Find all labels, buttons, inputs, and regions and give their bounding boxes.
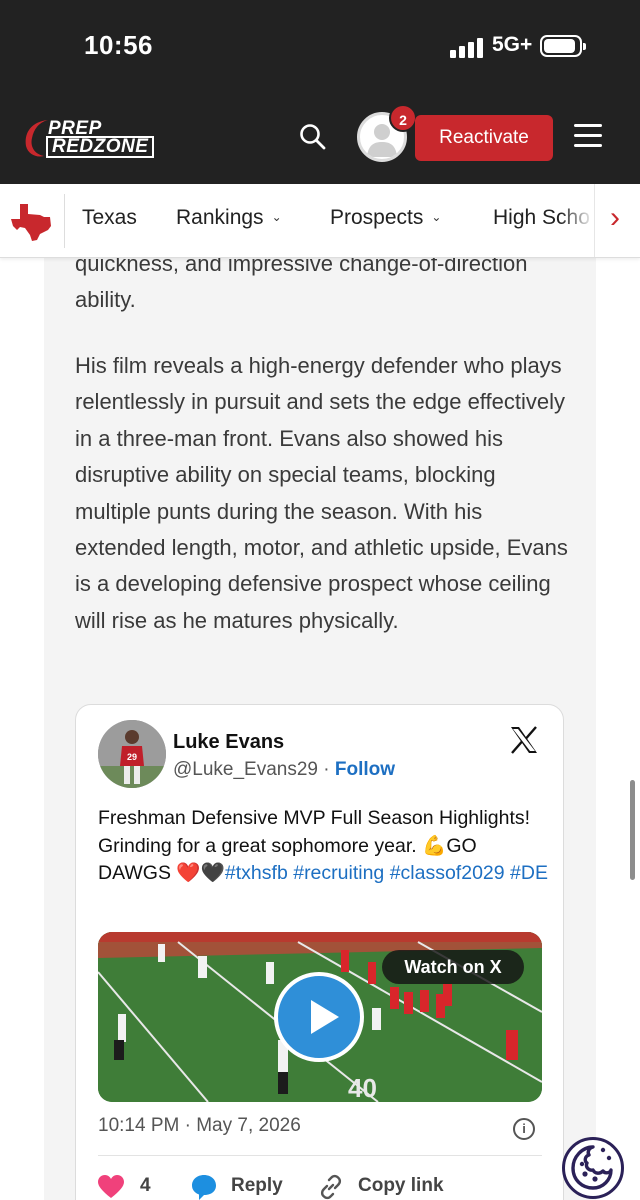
chevron-down-icon: ⌄ — [431, 210, 442, 224]
handle-separator: · — [323, 759, 330, 780]
status-time: 10:56 — [84, 30, 153, 60]
scrollbar-thumb[interactable] — [630, 780, 635, 880]
heart-icon[interactable] — [98, 1175, 124, 1199]
svg-text:29: 29 — [127, 752, 137, 762]
reply-icon[interactable] — [190, 1173, 218, 1200]
article-paragraph-fragment: quickness, and impressive change-of-dire… — [75, 258, 528, 312]
link-icon[interactable] — [318, 1174, 344, 1200]
site-header: PREP REDZONE 2 Reactivate — [0, 96, 640, 184]
svg-text:40: 40 — [348, 1073, 377, 1102]
post-video[interactable]: 40 Watch on X — [98, 932, 542, 1102]
article-body: quickness, and impressive change-of-dire… — [44, 258, 596, 1200]
post-timestamp[interactable]: 10:14 PM · May 7, 2026 — [98, 1115, 301, 1137]
x-logo-icon[interactable] — [509, 725, 539, 755]
nav-item-label: Prospects — [330, 206, 424, 229]
watch-on-x-badge[interactable]: Watch on X — [382, 950, 524, 984]
search-icon[interactable] — [298, 122, 328, 152]
texas-state-icon[interactable] — [10, 202, 54, 242]
signal-icon — [450, 36, 486, 58]
nav-item-rankings[interactable]: Rankings ⌄ — [176, 206, 282, 230]
notification-badge[interactable]: 2 — [389, 104, 417, 132]
hashtag-link[interactable]: #txhsfb — [225, 862, 288, 884]
state-nav: Texas Rankings ⌄ Prospects ⌄ High Scho › — [0, 184, 640, 258]
reactivate-button[interactable]: Reactivate — [415, 115, 553, 161]
network-label: 5G+ — [492, 33, 533, 56]
menu-icon[interactable] — [574, 124, 602, 148]
play-icon[interactable] — [274, 972, 364, 1062]
logo-text-bottom: REDZONE — [46, 136, 155, 158]
post-actions: 4 Reply Copy link — [98, 1171, 548, 1200]
post-text: Freshman Defensive MVP Full Season Highl… — [98, 805, 548, 888]
prep-redzone-logo[interactable]: PREP REDZONE — [22, 116, 155, 160]
post-author-handle-row: @Luke_Evans29 · Follow — [173, 759, 395, 781]
hashtag-link[interactable]: #classof2029 — [390, 862, 505, 884]
nav-scroll-right-button[interactable]: › — [594, 184, 640, 257]
battery-icon — [540, 35, 586, 57]
embedded-x-post[interactable]: 29 Luke Evans @Luke_Evans29 · Follow Fre… — [75, 704, 564, 1200]
nav-item-texas[interactable]: Texas — [82, 206, 137, 230]
hashtag-link[interactable]: #DE — [510, 862, 548, 884]
chevron-right-icon: › — [610, 201, 620, 234]
hashtag-link[interactable]: #recruiting — [293, 862, 384, 884]
post-author-name[interactable]: Luke Evans — [173, 731, 284, 754]
nav-item-label: Rankings — [176, 206, 264, 229]
status-bar: 10:56 5G+ — [0, 0, 640, 96]
like-count: 4 — [140, 1175, 151, 1196]
post-divider — [98, 1155, 542, 1156]
post-author-avatar[interactable]: 29 — [98, 720, 166, 788]
nav-item-label: Texas — [82, 206, 137, 229]
nav-item-prospects[interactable]: Prospects ⌄ — [330, 206, 441, 230]
copy-link-button[interactable]: Copy link — [358, 1175, 444, 1197]
post-author-handle[interactable]: @Luke_Evans29 — [173, 759, 318, 780]
cookie-icon — [571, 1145, 613, 1190]
info-icon[interactable]: i — [513, 1118, 535, 1140]
article-paragraph: His film reveals a high-energy defender … — [75, 353, 568, 633]
cookie-settings-button[interactable] — [562, 1137, 624, 1199]
chevron-down-icon: ⌄ — [271, 210, 282, 224]
nav-divider — [64, 194, 65, 248]
nav-fade — [560, 184, 594, 257]
follow-link[interactable]: Follow — [335, 759, 395, 780]
reply-button[interactable]: Reply — [231, 1175, 283, 1197]
